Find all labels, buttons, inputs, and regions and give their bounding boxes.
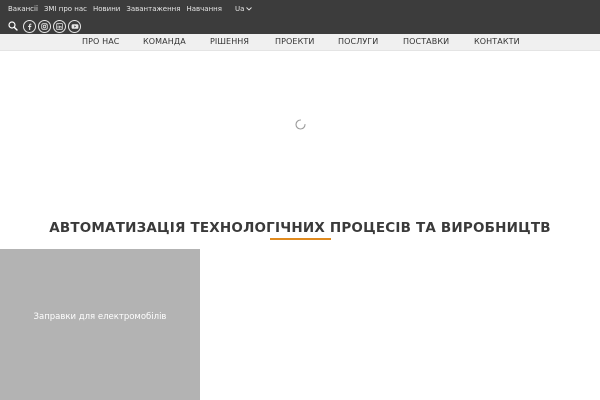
chevron-down-icon (246, 7, 253, 11)
main-navigation: ПРО НАС КОМАНДА РІШЕННЯ ПРОЕКТИ ПОСЛУГИ … (0, 34, 600, 51)
tile-label: Заправки для електромобілів (33, 312, 167, 322)
top-link-news[interactable]: Новини (93, 5, 120, 13)
top-link-training[interactable]: Навчання (186, 5, 221, 13)
top-bar: Вакансії ЗМІ про нас Новини Завантаження… (0, 0, 600, 34)
top-link-vacancies[interactable]: Вакансії (8, 5, 38, 13)
top-links: Вакансії ЗМІ про нас Новини Завантаження… (8, 3, 258, 15)
nav-item-projects[interactable]: ПРОЕКТИ (275, 37, 314, 46)
linkedin-icon[interactable] (53, 19, 66, 33)
nav-item-supplies[interactable]: ПОСТАВКИ (403, 37, 449, 46)
instagram-icon[interactable] (38, 19, 51, 33)
facebook-icon[interactable] (23, 19, 36, 33)
top-link-downloads[interactable]: Завантаження (126, 5, 180, 13)
nav-item-services[interactable]: ПОСЛУГИ (338, 37, 378, 46)
nav-item-about[interactable]: ПРО НАС (82, 37, 119, 46)
utility-icons (8, 19, 81, 33)
language-label: Ua (234, 5, 245, 13)
solution-tile-ev-charging[interactable]: Заправки для електромобілів (0, 249, 200, 400)
language-selector[interactable]: Ua (234, 5, 253, 13)
top-link-press[interactable]: ЗМІ про нас (44, 5, 87, 13)
nav-item-solutions[interactable]: РІШЕННЯ (210, 37, 249, 46)
search-icon[interactable] (8, 21, 18, 31)
section-title: АВТОМАТИЗАЦІЯ ТЕХНОЛОГІЧНИХ ПРОЦЕСІВ ТА … (49, 220, 551, 236)
loading-spinner-icon (295, 119, 306, 130)
nav-item-contacts[interactable]: КОНТАКТИ (474, 37, 520, 46)
nav-item-team[interactable]: КОМАНДА (143, 37, 186, 46)
youtube-icon[interactable] (68, 19, 81, 33)
title-underline (270, 238, 331, 240)
